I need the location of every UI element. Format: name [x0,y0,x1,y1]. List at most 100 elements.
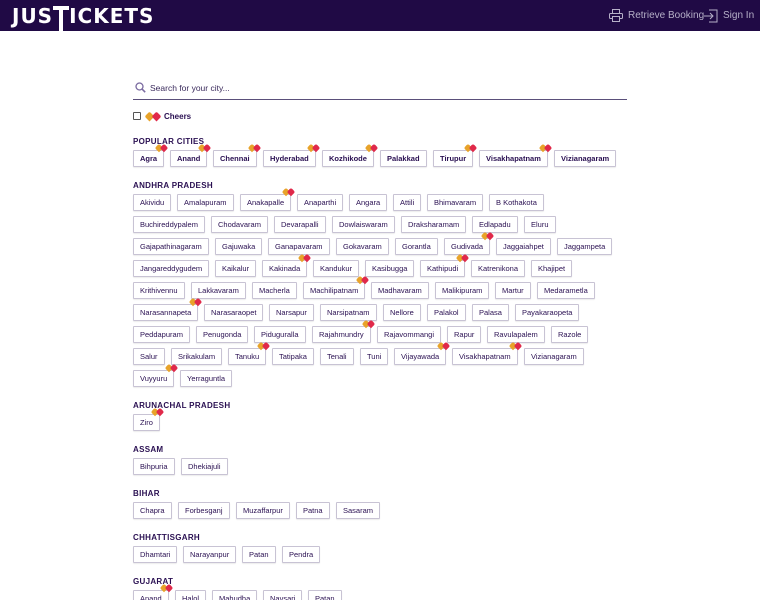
cheers-heart-icon [199,145,211,153]
city-chip-eluru[interactable]: Eluru [524,216,556,233]
city-chip-palasa[interactable]: Palasa [472,304,509,321]
city-chip-palakkad[interactable]: Palakkad [380,150,427,167]
city-chip-hyderabad[interactable]: Hyderabad [263,150,316,167]
city-chip-tirupur[interactable]: Tirupur [433,150,474,167]
city-chip-tuni[interactable]: Tuni [360,348,389,365]
city-chip-gajapathinagaram[interactable]: Gajapathinagaram [133,238,209,255]
city-chip-gudivada[interactable]: Gudivada [444,238,491,255]
city-chip-tatipaka[interactable]: Tatipaka [272,348,314,365]
city-chip-kozhikode[interactable]: Kozhikode [322,150,374,167]
city-chip-tanuku[interactable]: Tanuku [228,348,267,365]
city-chip-rapur[interactable]: Rapur [447,326,482,343]
city-chip-palakol[interactable]: Palakol [427,304,466,321]
city-chip-razole[interactable]: Razole [551,326,589,343]
city-chip-narsapur[interactable]: Narsapur [269,304,314,321]
city-chip-rajavommangi[interactable]: Rajavommangi [377,326,442,343]
city-chip-jaggaiahpet[interactable]: Jaggaiahpet [496,238,551,255]
city-chip-b-kothakota[interactable]: B Kothakota [489,194,544,211]
city-chip-peddapuram[interactable]: Peddapuram [133,326,190,343]
city-chip-krithivennu[interactable]: Krithivennu [133,282,185,299]
city-chip-bhimavaram[interactable]: Bhimavaram [427,194,484,211]
city-chip-machilipatnam[interactable]: Machilipatnam [303,282,366,299]
city-chip-gokavaram[interactable]: Gokavaram [336,238,389,255]
city-chip-amalapuram[interactable]: Amalapuram [177,194,234,211]
city-chip-narsipatnam[interactable]: Narsipatnam [320,304,377,321]
city-chip-vizianagaram[interactable]: Vizianagaram [524,348,584,365]
city-chip-anand[interactable]: Anand [170,150,208,167]
city-chip-visakhapatnam[interactable]: Visakhapatnam [452,348,518,365]
city-chip-payakaraopeta[interactable]: Payakaraopeta [515,304,580,321]
city-chip-narasannapeta[interactable]: Narasannapeta [133,304,199,321]
city-chip-bihpuria[interactable]: Bihpuria [133,458,175,475]
city-chip-anaparthi[interactable]: Anaparthi [297,194,344,211]
city-chip-narayanpur[interactable]: Narayanpur [183,546,237,563]
city-chip-lakkavaram[interactable]: Lakkavaram [191,282,246,299]
city-chip-vizianagaram[interactable]: Vizianagaram [554,150,617,167]
city-chip-kasibugga[interactable]: Kasibugga [365,260,415,277]
city-chip-draksharamam[interactable]: Draksharamam [401,216,467,233]
city-chip-chapra[interactable]: Chapra [133,502,172,519]
city-chip-muzaffarpur[interactable]: Muzaffarpur [236,502,290,519]
city-chip-patna[interactable]: Patna [296,502,330,519]
city-chip-yerraguntla[interactable]: Yerraguntla [180,370,233,387]
city-chip-dhamtari[interactable]: Dhamtari [133,546,178,563]
city-chip-dowlaiswaram[interactable]: Dowlaiswaram [332,216,395,233]
city-chip-salur[interactable]: Salur [133,348,165,365]
top-bar: JUS ICKETS Retrieve Booking Sign In [0,0,760,33]
city-chip-macherla[interactable]: Macherla [252,282,297,299]
city-chip-penugonda[interactable]: Penugonda [196,326,249,343]
city-chip-chennai[interactable]: Chennai [213,150,257,167]
city-chip-patan[interactable]: Patan [308,590,342,600]
city-chip-martur[interactable]: Martur [495,282,531,299]
city-chip-malikipuram[interactable]: Malikipuram [435,282,490,299]
city-chip-narasaraopet[interactable]: Narasaraopet [204,304,264,321]
city-chip-vuyyuru[interactable]: Vuyyuru [133,370,175,387]
city-chip-gajuwaka[interactable]: Gajuwaka [215,238,263,255]
city-chip-anakapalle[interactable]: Anakapalle [240,194,292,211]
cheers-checkbox[interactable] [133,112,141,120]
city-chip-devarapalli[interactable]: Devarapalli [274,216,326,233]
city-chip-anand[interactable]: Anand [133,590,169,600]
city-chip-gorantla[interactable]: Gorantla [395,238,438,255]
city-chip-kandukur[interactable]: Kandukur [313,260,360,277]
city-chip-patan[interactable]: Patan [242,546,276,563]
city-chip-madhavaram[interactable]: Madhavaram [371,282,429,299]
city-chip-chodavaram[interactable]: Chodavaram [211,216,268,233]
city-chip-mahudha[interactable]: Mahudha [212,590,258,600]
city-chip-medarametla[interactable]: Medarametla [537,282,595,299]
city-chip-kathipudi[interactable]: Kathipudi [420,260,466,277]
city-chip-dhekiajuli[interactable]: Dhekiajuli [181,458,228,475]
city-chip-jaggampeta[interactable]: Jaggampeta [557,238,613,255]
city-chip-ganapavaram[interactable]: Ganapavaram [268,238,330,255]
city-chip-srikakulam[interactable]: Srikakulam [171,348,223,365]
city-chip-buchireddypalem[interactable]: Buchireddypalem [133,216,205,233]
city-chip-tenali[interactable]: Tenali [320,348,354,365]
city-chip-nellore[interactable]: Nellore [383,304,421,321]
city-chip-visakhapatnam[interactable]: Visakhapatnam [479,150,548,167]
city-chip-pendra[interactable]: Pendra [282,546,321,563]
section-title-arunachal-pradesh: ARUNACHAL PRADESH [133,401,231,410]
city-chip-kakinada[interactable]: Kakinada [262,260,308,277]
sign-in-link[interactable]: Sign In [704,0,754,31]
city-chip-ziro[interactable]: Ziro [133,414,160,431]
retrieve-booking-link[interactable]: Retrieve Booking [609,0,704,31]
city-chip-forbesganj[interactable]: Forbesganj [178,502,230,519]
city-chip-rajahmundry[interactable]: Rajahmundry [312,326,371,343]
city-chip-akividu[interactable]: Akividu [133,194,172,211]
city-chip-edlapadu[interactable]: Edlapadu [472,216,518,233]
search-input[interactable] [150,78,620,98]
city-chip-jangareddygudem[interactable]: Jangareddygudem [133,260,210,277]
justickets-logo[interactable]: JUS ICKETS [12,3,154,33]
city-chip-agra[interactable]: Agra [133,150,165,167]
city-chip-khajipet[interactable]: Khajipet [531,260,573,277]
city-chip-sasaram[interactable]: Sasaram [336,502,381,519]
city-chip-ravulapalem[interactable]: Ravulapalem [487,326,545,343]
city-chip-vijayawada[interactable]: Vijayawada [394,348,447,365]
city-chip-attili[interactable]: Attili [393,194,422,211]
city-chip-katrenikona[interactable]: Katrenikona [471,260,526,277]
city-chip-navsari[interactable]: Navsari [263,590,303,600]
city-chip-halol[interactable]: Halol [175,590,207,600]
city-chip-angara[interactable]: Angara [349,194,388,211]
city-chip-kaikalur[interactable]: Kaikalur [215,260,257,277]
city-chip-piduguralla[interactable]: Piduguralla [254,326,306,343]
